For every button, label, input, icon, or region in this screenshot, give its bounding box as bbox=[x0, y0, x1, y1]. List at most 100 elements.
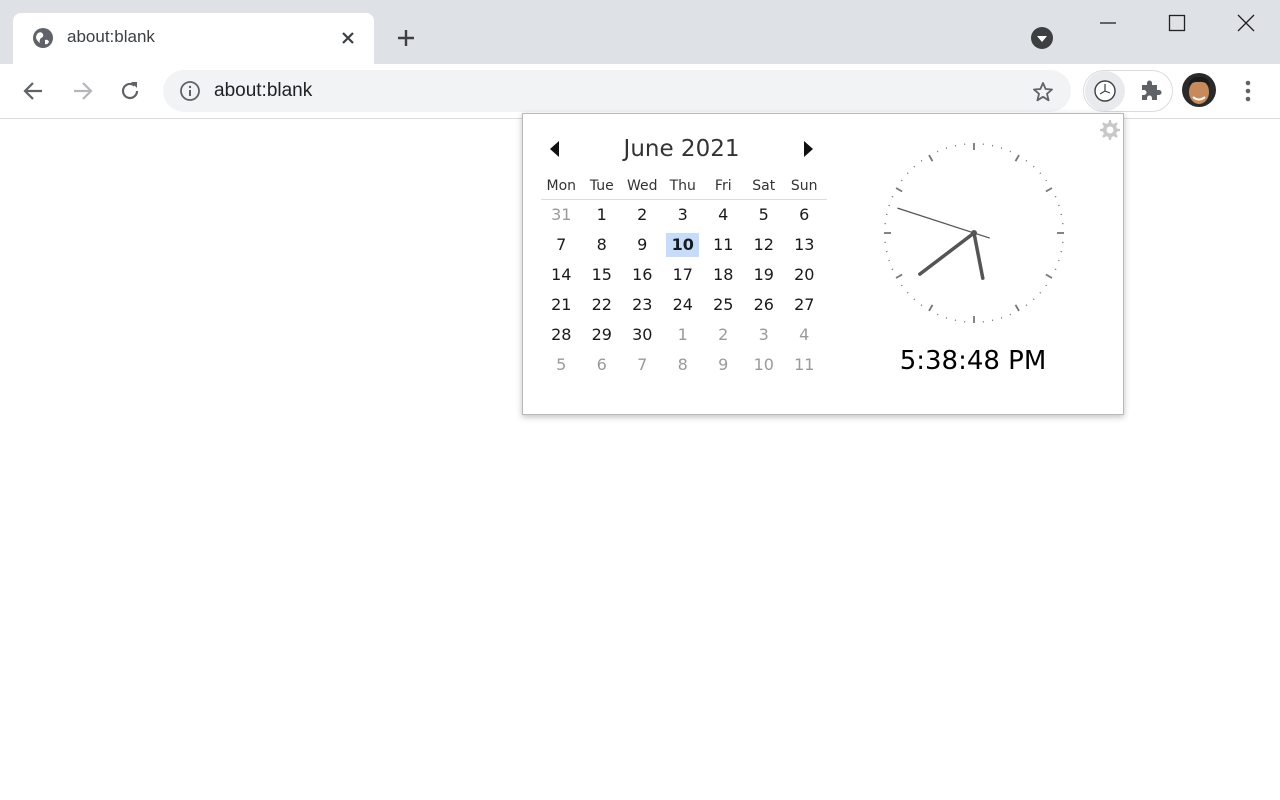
clock-tick bbox=[1039, 172, 1042, 175]
calendar-day-today[interactable]: 10 bbox=[663, 233, 704, 257]
calendar-day[interactable]: 9 bbox=[622, 233, 663, 257]
calendar-day[interactable]: 2 bbox=[622, 203, 663, 227]
calendar-day-number: 9 bbox=[637, 235, 648, 254]
clock-tick bbox=[1032, 298, 1035, 301]
calendar-day[interactable]: 15 bbox=[582, 263, 623, 287]
calendar-day[interactable]: 27 bbox=[784, 293, 825, 317]
calendar-day-number: 2 bbox=[637, 205, 648, 224]
calendar-week-row: 21 22 23 24 25 26 27 bbox=[541, 290, 827, 320]
clock-tick bbox=[1045, 187, 1053, 193]
clock-tick bbox=[1045, 284, 1048, 287]
calendar-day[interactable]: 11 bbox=[703, 233, 744, 257]
calendar-day-number: 8 bbox=[677, 355, 688, 374]
calendar-day[interactable]: 28 bbox=[541, 323, 582, 347]
info-icon[interactable] bbox=[179, 80, 201, 102]
clock-extension-button[interactable] bbox=[1085, 71, 1125, 111]
tab-search-icon[interactable] bbox=[1031, 27, 1053, 49]
calendar-day[interactable]: 12 bbox=[744, 233, 785, 257]
calendar-day[interactable]: 31 bbox=[541, 203, 582, 227]
calendar-day[interactable]: 25 bbox=[703, 293, 744, 317]
close-window-icon[interactable] bbox=[1235, 12, 1257, 34]
calendar-day-number: 16 bbox=[632, 265, 653, 284]
calendar-day[interactable]: 6 bbox=[582, 353, 623, 377]
clock-tick bbox=[1025, 304, 1028, 307]
calendar-day[interactable]: 5 bbox=[744, 203, 785, 227]
calendar-day-number: 4 bbox=[799, 325, 810, 344]
maximize-icon[interactable] bbox=[1166, 12, 1188, 34]
calendar-days: 31 1 2 3 4 5 6 7 8 9 10 11 12 13 14 15 16 17 18 19 20 21 22 23 2… bbox=[541, 200, 827, 380]
calendar-day[interactable]: 26 bbox=[744, 293, 785, 317]
clock-icon bbox=[1094, 80, 1116, 102]
reload-icon[interactable] bbox=[116, 77, 144, 105]
clock-tick bbox=[891, 195, 894, 198]
calendar-day[interactable]: 13 bbox=[784, 233, 825, 257]
calendar-day[interactable]: 18 bbox=[703, 263, 744, 287]
calendar-day[interactable]: 16 bbox=[622, 263, 663, 287]
bookmark-star-icon[interactable] bbox=[1031, 80, 1055, 104]
calendar-day[interactable]: 8 bbox=[663, 353, 704, 377]
more-menu-icon[interactable] bbox=[1237, 77, 1259, 105]
calendar-day[interactable]: 5 bbox=[541, 353, 582, 377]
previous-month-icon[interactable] bbox=[547, 138, 563, 160]
back-icon[interactable] bbox=[20, 77, 48, 105]
profile-avatar[interactable] bbox=[1182, 73, 1216, 107]
calendar-day[interactable]: 9 bbox=[703, 353, 744, 377]
calendar-day[interactable]: 8 bbox=[582, 233, 623, 257]
calendar-day-number: 1 bbox=[596, 205, 607, 224]
calendar-grid: Mon Tue Wed Thu Fri Sat Sun 31 1 2 3 4 5 6 7 8 9 1… bbox=[541, 178, 827, 380]
analog-clock bbox=[884, 143, 1064, 323]
calendar-day-number: 5 bbox=[758, 205, 769, 224]
tab-title: about:blank bbox=[67, 27, 155, 46]
calendar-day[interactable]: 1 bbox=[582, 203, 623, 227]
browser-tab[interactable]: about:blank bbox=[13, 13, 374, 64]
calendar-day[interactable]: 21 bbox=[541, 293, 582, 317]
minimize-icon[interactable] bbox=[1097, 12, 1119, 34]
calendar-day[interactable]: 3 bbox=[744, 323, 785, 347]
clock-tick bbox=[906, 291, 909, 294]
new-tab-icon[interactable] bbox=[395, 27, 417, 49]
url-text[interactable]: about:blank bbox=[214, 80, 312, 102]
calendar-day[interactable]: 2 bbox=[703, 323, 744, 347]
calendar-day[interactable]: 29 bbox=[582, 323, 623, 347]
calendar-day[interactable]: 20 bbox=[784, 263, 825, 287]
calendar-day[interactable]: 24 bbox=[663, 293, 704, 317]
calendar-day-number: 7 bbox=[556, 235, 567, 254]
calendar-week-row: 31 1 2 3 4 5 6 bbox=[541, 200, 827, 230]
clock-tick bbox=[1045, 273, 1053, 279]
calendar-day[interactable]: 30 bbox=[622, 323, 663, 347]
calendar-day[interactable]: 7 bbox=[622, 353, 663, 377]
calendar-day[interactable]: 11 bbox=[784, 353, 825, 377]
clock-tick bbox=[895, 187, 903, 193]
digital-time: 5:38:48 PM bbox=[899, 346, 1047, 376]
clock-tick bbox=[928, 154, 934, 162]
calendar-day[interactable]: 3 bbox=[663, 203, 704, 227]
forward-icon[interactable] bbox=[68, 77, 96, 105]
avatar-image bbox=[1182, 73, 1216, 107]
clock-tick bbox=[906, 172, 909, 175]
close-tab-icon[interactable] bbox=[339, 29, 357, 47]
calendar-day[interactable]: 4 bbox=[784, 323, 825, 347]
extensions-puzzle-icon[interactable] bbox=[1138, 77, 1164, 103]
clock-center-pin bbox=[971, 230, 977, 236]
calendar-day[interactable]: 4 bbox=[703, 203, 744, 227]
settings-gear-icon[interactable] bbox=[1097, 118, 1121, 142]
calendar-day[interactable]: 10 bbox=[744, 353, 785, 377]
address-bar[interactable]: about:blank bbox=[163, 70, 1071, 112]
clock-tick bbox=[928, 304, 934, 312]
calendar-day[interactable]: 6 bbox=[784, 203, 825, 227]
clock-tick bbox=[1009, 313, 1012, 316]
calendar-day-number: 3 bbox=[677, 205, 688, 224]
calendar-day-number: 20 bbox=[794, 265, 815, 284]
calendar-day[interactable]: 17 bbox=[663, 263, 704, 287]
calendar-day-number: 28 bbox=[551, 325, 572, 344]
next-month-icon[interactable] bbox=[800, 138, 816, 160]
calendar-day[interactable]: 1 bbox=[663, 323, 704, 347]
calendar-day[interactable]: 19 bbox=[744, 263, 785, 287]
calendar-day-number: 11 bbox=[794, 355, 815, 374]
clock-tick bbox=[1054, 195, 1057, 198]
clock-tick bbox=[1025, 159, 1028, 162]
calendar-day[interactable]: 7 bbox=[541, 233, 582, 257]
calendar-day[interactable]: 23 bbox=[622, 293, 663, 317]
calendar-day[interactable]: 14 bbox=[541, 263, 582, 287]
calendar-day[interactable]: 22 bbox=[582, 293, 623, 317]
